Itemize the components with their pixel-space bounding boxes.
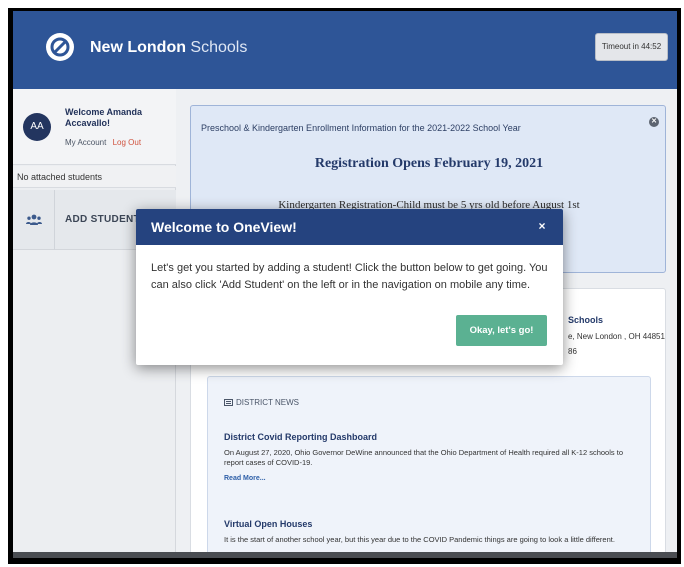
screenshot-frame: New London Schools Timeout in 44:52 AA W… [8,8,681,564]
school-phone: 86 [568,347,577,356]
brand-bold: New London [90,39,186,56]
news-article: Virtual Open Houses It is the start of a… [224,519,634,545]
district-news-header: DISTRICT NEWS [224,398,299,407]
brand-name[interactable]: New London Schools [90,39,247,57]
announcement-heading: Registration Opens February 19, 2021 [314,156,544,171]
add-student-iconbox [13,190,55,250]
timeout-button[interactable]: Timeout in 44:52 [595,33,668,61]
users-icon [26,214,42,225]
welcome-text: Welcome Amanda Accavallo! [65,107,143,128]
article-body: It is the start of another school year, … [224,535,615,544]
school-name: Schools [568,315,604,325]
newspaper-icon [224,399,233,406]
district-news-panel: DISTRICT NEWS District Covid Reporting D… [207,376,651,558]
top-header: New London Schools Timeout in 44:52 [13,11,677,89]
app-window: New London Schools Timeout in 44:52 AA W… [13,11,677,558]
read-more-link[interactable]: Read More... [224,475,634,482]
modal-body-text: Let's get you started by adding a studen… [151,262,548,291]
welcome-modal: Welcome to OneView! × Let's get you star… [136,209,563,365]
account-links: My Account Log Out [65,138,141,147]
article-body: On August 27, 2020, Ohio Governor DeWine… [224,448,623,467]
my-account-link[interactable]: My Account [65,138,106,147]
bottom-bar [13,552,677,558]
modal-header: Welcome to OneView! × [136,209,563,245]
news-article: District Covid Reporting Dashboard On Au… [224,432,634,482]
avatar: AA [23,113,51,141]
user-panel: AA Welcome Amanda Accavallo! My Account … [13,89,176,165]
close-announcement-icon[interactable]: ✕ [649,117,659,127]
brand-light: Schools [185,39,248,56]
school-address: e, New London , OH 44851 [568,332,665,341]
modal-title: Welcome to OneView! [151,219,297,235]
oneview-logo-icon[interactable] [46,33,74,61]
article-title[interactable]: District Covid Reporting Dashboard [224,432,634,442]
article-title[interactable]: Virtual Open Houses [224,519,634,529]
okay-lets-go-button[interactable]: Okay, let's go! [456,315,547,346]
log-out-link[interactable]: Log Out [113,138,141,147]
district-news-label: DISTRICT NEWS [236,398,299,407]
announcement-intro: Preschool & Kindergarten Enrollment Info… [201,123,521,133]
no-students-text: No attached students [13,166,176,188]
add-student-label: ADD STUDENT [65,214,140,225]
close-icon[interactable]: × [534,218,550,234]
